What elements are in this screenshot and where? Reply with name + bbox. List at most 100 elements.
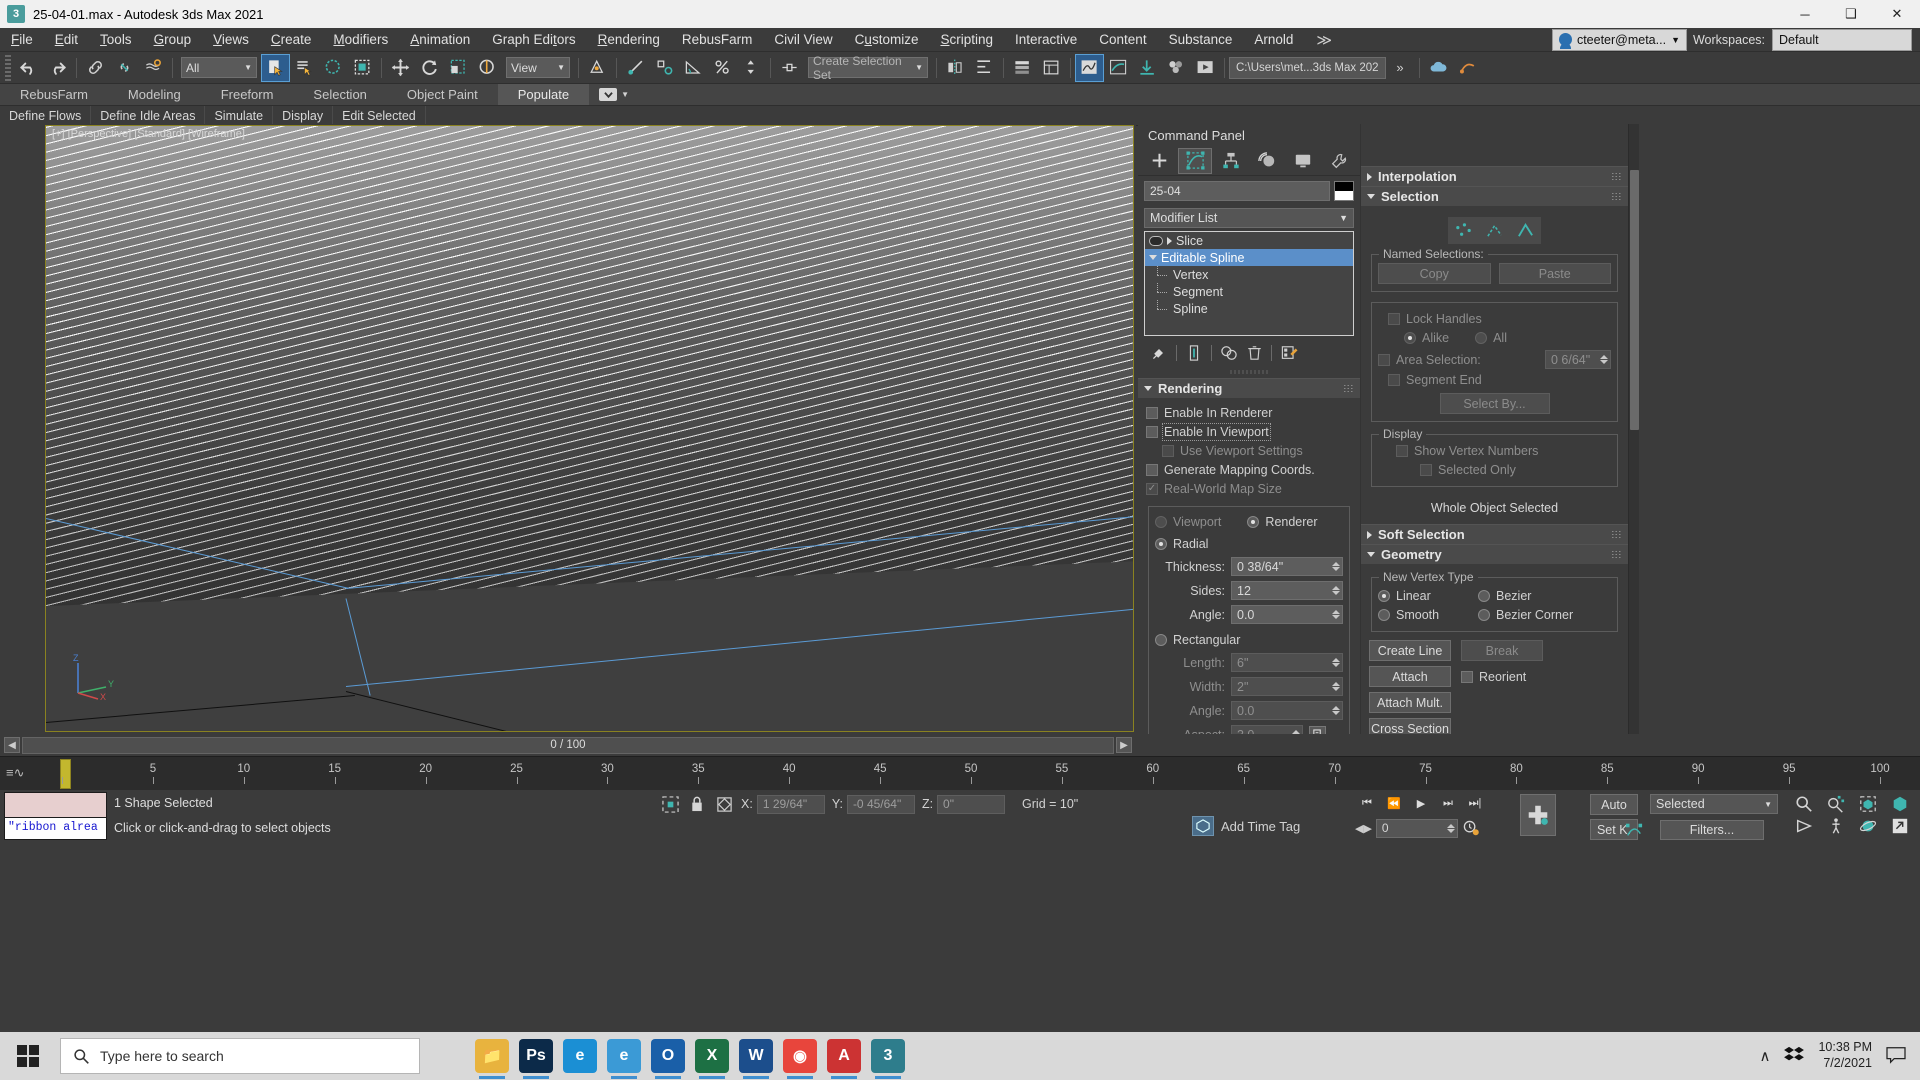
- walk-through-icon[interactable]: [1822, 816, 1850, 836]
- menu-substance[interactable]: Substance: [1158, 28, 1244, 52]
- chevron-up-icon[interactable]: ∧: [1760, 1047, 1771, 1065]
- utilities-tab[interactable]: [1322, 148, 1356, 174]
- track-bar[interactable]: ≡∿ 5101520253035404550556065707580859095…: [0, 756, 1920, 790]
- auto-key-button[interactable]: Auto: [1590, 794, 1638, 815]
- ribbon-tab-object-paint[interactable]: Object Paint: [387, 84, 498, 105]
- menu-content[interactable]: Content: [1088, 28, 1157, 52]
- selection-filter-select[interactable]: All ▼: [181, 57, 257, 78]
- maxscript-input-pane[interactable]: "ribbon alrea: [5, 818, 106, 840]
- enable-in-renderer-checkbox[interactable]: Enable In Renderer: [1146, 403, 1352, 422]
- select-and-link-icon[interactable]: [81, 54, 110, 82]
- spinner-arrows-icon[interactable]: [1332, 610, 1340, 619]
- select-by-name-icon[interactable]: [290, 54, 319, 82]
- menu-file[interactable]: File: [0, 28, 44, 52]
- rectangular-radio[interactable]: Rectangular: [1155, 630, 1343, 649]
- menu-rendering[interactable]: Rendering: [587, 28, 671, 52]
- ribbon-options-dropdown[interactable]: ▼: [589, 84, 639, 105]
- time-cursor[interactable]: [60, 759, 71, 789]
- pin-stack-icon[interactable]: [1148, 343, 1170, 363]
- selection-lock-region-icon[interactable]: [660, 794, 680, 814]
- ribbon-tab-selection[interactable]: Selection: [293, 84, 386, 105]
- mirror-icon[interactable]: [941, 54, 970, 82]
- orbit-icon[interactable]: [1854, 816, 1882, 836]
- user-account-button[interactable]: cteeter@meta... ▼: [1552, 29, 1687, 51]
- x-coordinate-field[interactable]: X: 1 29/64": [741, 795, 825, 814]
- lock-aspect-icon[interactable]: [1309, 726, 1326, 735]
- select-and-scale-icon[interactable]: [444, 54, 473, 82]
- excel-icon[interactable]: X: [695, 1039, 729, 1073]
- menu-customize[interactable]: Customize: [844, 28, 930, 52]
- cloud-icon[interactable]: [1424, 54, 1453, 82]
- photoshop-icon[interactable]: Ps: [519, 1039, 553, 1073]
- go-to-start-icon[interactable]: ⏮: [1355, 792, 1379, 814]
- menu-edit[interactable]: Edit: [44, 28, 89, 52]
- y-value[interactable]: -0 45/64": [847, 795, 915, 814]
- modifier-stack[interactable]: Slice Editable Spline Vertex Segment Spl…: [1144, 231, 1354, 336]
- viewport-label[interactable]: [+] [Perspective] [Standard] [Wireframe]: [52, 128, 245, 140]
- angle-snap-icon[interactable]: [679, 54, 708, 82]
- enable-in-viewport-checkbox[interactable]: Enable In Viewport: [1146, 422, 1352, 441]
- ribbon-subtab-define-idle-areas[interactable]: Define Idle Areas: [91, 106, 205, 125]
- clock[interactable]: 10:38 PM 7/2/2021: [1818, 1040, 1872, 1071]
- time-configuration-icon[interactable]: [1462, 818, 1482, 838]
- attach-button[interactable]: Attach: [1369, 666, 1451, 687]
- modifier-list-dropdown[interactable]: Modifier List ▼: [1144, 208, 1354, 228]
- minimize-button[interactable]: ─: [1782, 0, 1828, 28]
- dropbox-icon[interactable]: [1784, 1046, 1804, 1067]
- current-frame-field[interactable]: 0: [1376, 819, 1458, 838]
- workspace-select[interactable]: Default: [1772, 29, 1912, 51]
- modify-tab[interactable]: [1178, 148, 1212, 174]
- x-value[interactable]: 1 29/64": [757, 795, 825, 814]
- path-overflow-icon[interactable]: »: [1386, 54, 1415, 82]
- selection-lock-icon[interactable]: [687, 794, 707, 814]
- maximize-button[interactable]: ❑: [1828, 0, 1874, 28]
- menu-civil-view[interactable]: Civil View: [763, 28, 843, 52]
- chrome-icon[interactable]: ◉: [783, 1039, 817, 1073]
- 3dsmax-icon[interactable]: 3: [871, 1039, 905, 1073]
- motion-tab[interactable]: [1250, 148, 1284, 174]
- render-production-icon[interactable]: [1191, 54, 1220, 82]
- filters-button[interactable]: Filters...: [1660, 820, 1764, 840]
- object-color-swatch[interactable]: [1334, 181, 1354, 201]
- generate-mapping-coords-checkbox[interactable]: Generate Mapping Coords.: [1146, 460, 1352, 479]
- display-tab[interactable]: [1286, 148, 1320, 174]
- scrollbar-thumb[interactable]: [1630, 170, 1639, 430]
- bezier-radio[interactable]: Bezier: [1478, 589, 1531, 603]
- stack-subitem-vertex[interactable]: Vertex: [1145, 266, 1353, 283]
- rendering-rollout-header[interactable]: Rendering: [1138, 378, 1360, 398]
- schematic-view-icon[interactable]: [1104, 54, 1133, 82]
- field-of-view-icon[interactable]: [1790, 816, 1818, 836]
- object-name-input[interactable]: 25-04: [1144, 181, 1330, 201]
- stack-subitem-spline[interactable]: Spline: [1145, 300, 1353, 317]
- perspective-viewport[interactable]: [+] [Perspective] [Standard] [Wireframe]…: [45, 125, 1134, 732]
- zoom-all-icon[interactable]: [1822, 794, 1850, 814]
- menu-animation[interactable]: Animation: [399, 28, 481, 52]
- expand-arrow-icon[interactable]: [1167, 237, 1172, 245]
- make-unique-icon[interactable]: [1218, 343, 1240, 363]
- spinner-arrows-icon[interactable]: [1332, 562, 1340, 571]
- material-editor-icon[interactable]: [1162, 54, 1191, 82]
- internet-explorer-icon[interactable]: e: [607, 1039, 641, 1073]
- ribbon-tab-rebusfarm[interactable]: RebusFarm: [0, 84, 108, 105]
- toggle-modifier-icon[interactable]: [1149, 236, 1163, 246]
- percent-snap-icon[interactable]: [708, 54, 737, 82]
- menu-rebusfarm[interactable]: RebusFarm: [671, 28, 764, 52]
- vertex-sub-icon[interactable]: [1448, 217, 1479, 244]
- remove-modifier-icon[interactable]: [1243, 343, 1265, 363]
- prev-frame-button[interactable]: ◀: [4, 737, 20, 753]
- next-frame-button[interactable]: ▶: [1116, 737, 1132, 753]
- spinner-arrows-icon[interactable]: [1332, 586, 1340, 595]
- layer-explorer-icon[interactable]: [1008, 54, 1037, 82]
- previous-frame-icon[interactable]: ⏪: [1382, 792, 1406, 814]
- select-by-button[interactable]: Select By...: [1440, 393, 1550, 414]
- z-coordinate-field[interactable]: Z: 0": [922, 795, 1005, 814]
- ribbon-tab-modeling[interactable]: Modeling: [108, 84, 201, 105]
- go-to-end-icon[interactable]: ⏭|: [1463, 792, 1487, 814]
- next-frame-icon[interactable]: ⏭: [1436, 792, 1460, 814]
- hierarchy-tab[interactable]: [1214, 148, 1248, 174]
- edge-icon[interactable]: e: [563, 1039, 597, 1073]
- bind-to-space-warp-icon[interactable]: [139, 54, 168, 82]
- y-coordinate-field[interactable]: Y: -0 45/64": [832, 795, 915, 814]
- window-crossing-icon[interactable]: [348, 54, 377, 82]
- menu-tools[interactable]: Tools: [89, 28, 143, 52]
